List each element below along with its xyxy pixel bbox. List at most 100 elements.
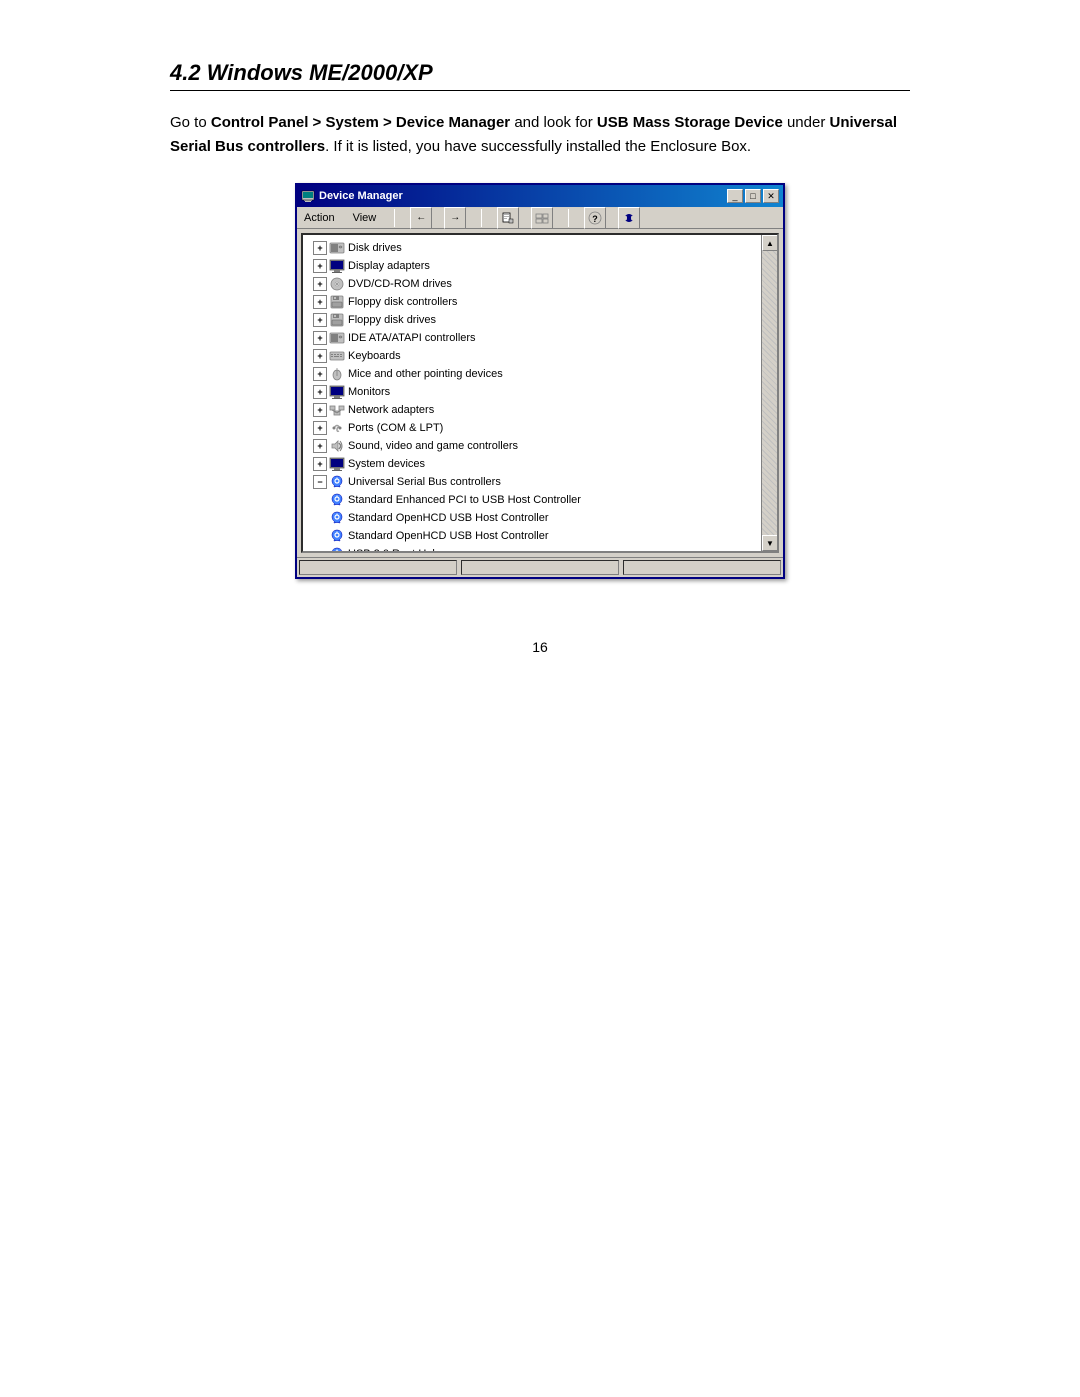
dm-app-icon bbox=[301, 189, 315, 203]
tree-item-usb20-hub[interactable]: USB 2.0 Root Hub bbox=[303, 545, 761, 551]
label-usb-controllers: Universal Serial Bus controllers bbox=[348, 476, 501, 488]
status-panel-2 bbox=[461, 560, 619, 575]
icon-keyboards bbox=[329, 348, 345, 364]
bold-control-panel: Control Panel > System > Device Manager bbox=[211, 114, 510, 131]
tree-item-network[interactable]: + Network adapters bbox=[303, 401, 761, 419]
tree-item-mice[interactable]: + Mice and other pointing devices bbox=[303, 365, 761, 383]
scroll-down-button[interactable]: ▼ bbox=[762, 535, 778, 551]
icon-monitors bbox=[329, 384, 345, 400]
close-button[interactable]: ✕ bbox=[763, 189, 779, 203]
label-mice: Mice and other pointing devices bbox=[348, 368, 503, 380]
label-display: Display adapters bbox=[348, 260, 430, 272]
expander-system[interactable]: + bbox=[313, 457, 327, 471]
expander-floppy-drives[interactable]: + bbox=[313, 313, 327, 327]
expander-ide[interactable]: + bbox=[313, 331, 327, 345]
label-openhcd-1: Standard OpenHCD USB Host Controller bbox=[348, 512, 549, 524]
expander-ports[interactable]: + bbox=[313, 421, 327, 435]
tree-item-dvd[interactable]: + DVD/CD-ROM drives bbox=[303, 275, 761, 293]
titlebar-controls[interactable]: _ □ ✕ bbox=[727, 189, 779, 203]
icon-ide bbox=[329, 330, 345, 346]
toolbar-extra[interactable] bbox=[618, 207, 640, 229]
minimize-button[interactable]: _ bbox=[727, 189, 743, 203]
tree-item-openhcd-1[interactable]: Standard OpenHCD USB Host Controller bbox=[303, 509, 761, 527]
tree-item-display[interactable]: + Display adapters bbox=[303, 257, 761, 275]
expander-dvd[interactable]: + bbox=[313, 277, 327, 291]
icon-mice bbox=[329, 366, 345, 382]
expander-monitors[interactable]: + bbox=[313, 385, 327, 399]
description-paragraph: Go to Control Panel > System > Device Ma… bbox=[170, 111, 910, 159]
toolbar-back[interactable]: ← bbox=[410, 207, 432, 229]
label-dvd: DVD/CD-ROM drives bbox=[348, 278, 452, 290]
toolbar-separator2 bbox=[568, 209, 569, 227]
tree-item-sound[interactable]: + Sound, video and game controllers bbox=[303, 437, 761, 455]
tree-item-system[interactable]: + System devices bbox=[303, 455, 761, 473]
expander-mice[interactable]: + bbox=[313, 367, 327, 381]
label-keyboards: Keyboards bbox=[348, 350, 401, 362]
label-usb20-hub: USB 2.0 Root Hub bbox=[348, 548, 439, 551]
expander-floppy-ctrl[interactable]: + bbox=[313, 295, 327, 309]
scroll-track[interactable] bbox=[762, 251, 777, 535]
device-manager-window: Device Manager _ □ ✕ Action View ← → bbox=[295, 183, 785, 579]
label-sound: Sound, video and game controllers bbox=[348, 440, 518, 452]
page-container: 4.2 Windows ME/2000/XP Go to Control Pan… bbox=[130, 0, 950, 715]
menu-action[interactable]: Action bbox=[301, 211, 338, 225]
tree-item-openhcd-2[interactable]: Standard OpenHCD USB Host Controller bbox=[303, 527, 761, 545]
tree-item-floppy-drives[interactable]: + Floppy disk drives bbox=[303, 311, 761, 329]
menu-view[interactable]: View bbox=[350, 211, 380, 225]
bold-usb-storage: USB Mass Storage Device bbox=[597, 114, 783, 131]
icon-usb-ctrl bbox=[329, 474, 345, 490]
titlebar: Device Manager _ □ ✕ bbox=[297, 185, 783, 207]
toolbar-separator1 bbox=[481, 209, 482, 227]
page-number: 16 bbox=[170, 639, 910, 655]
icon-display bbox=[329, 258, 345, 274]
tree-item-ports[interactable]: + Ports (COM & LPT) bbox=[303, 419, 761, 437]
status-panel-3 bbox=[623, 560, 781, 575]
section-title: 4.2 Windows ME/2000/XP bbox=[170, 60, 910, 91]
toolbar-help[interactable]: ? bbox=[584, 207, 606, 229]
tree-item-ide[interactable]: + IDE ATA/ATAPI controllers bbox=[303, 329, 761, 347]
icon-floppy-drives bbox=[329, 312, 345, 328]
toolbar-forward[interactable]: → bbox=[444, 207, 466, 229]
icon-floppy-ctrl bbox=[329, 294, 345, 310]
menubar: Action View ← → bbox=[297, 207, 783, 229]
tree-item-disk-drives[interactable]: + Disk drives bbox=[303, 239, 761, 257]
scroll-up-button[interactable]: ▲ bbox=[762, 235, 778, 251]
expander-network[interactable]: + bbox=[313, 403, 327, 417]
icon-disk bbox=[329, 240, 345, 256]
icon-network bbox=[329, 402, 345, 418]
menu-separator bbox=[394, 209, 395, 227]
icon-openhcd-2 bbox=[329, 528, 345, 544]
tree-item-keyboards[interactable]: + Keyboards bbox=[303, 347, 761, 365]
statusbar bbox=[297, 557, 783, 577]
expander-usb[interactable]: − bbox=[313, 475, 327, 489]
icon-pci-usb bbox=[329, 492, 345, 508]
label-ports: Ports (COM & LPT) bbox=[348, 422, 443, 434]
icon-dvd bbox=[329, 276, 345, 292]
label-pci-usb: Standard Enhanced PCI to USB Host Contro… bbox=[348, 494, 581, 506]
maximize-button[interactable]: □ bbox=[745, 189, 761, 203]
expander-display[interactable]: + bbox=[313, 259, 327, 273]
expander-disk[interactable]: + bbox=[313, 241, 327, 255]
device-tree[interactable]: + Disk drives + bbox=[303, 235, 761, 551]
label-monitors: Monitors bbox=[348, 386, 390, 398]
label-floppy-ctrl: Floppy disk controllers bbox=[348, 296, 457, 308]
tree-item-pci-usb[interactable]: Standard Enhanced PCI to USB Host Contro… bbox=[303, 491, 761, 509]
scrollbar[interactable]: ▲ ▼ bbox=[761, 235, 777, 551]
expander-keyboards[interactable]: + bbox=[313, 349, 327, 363]
toolbar-view[interactable] bbox=[531, 207, 553, 229]
label-openhcd-2: Standard OpenHCD USB Host Controller bbox=[348, 530, 549, 542]
icon-sound bbox=[329, 438, 345, 454]
tree-item-floppy-ctrl[interactable]: + Floppy disk controllers bbox=[303, 293, 761, 311]
titlebar-text: Device Manager bbox=[319, 190, 403, 202]
label-floppy-drives: Floppy disk drives bbox=[348, 314, 436, 326]
tree-content: + Disk drives + bbox=[301, 233, 779, 553]
icon-openhcd-1 bbox=[329, 510, 345, 526]
label-network: Network adapters bbox=[348, 404, 434, 416]
toolbar-properties[interactable] bbox=[497, 207, 519, 229]
label-ide: IDE ATA/ATAPI controllers bbox=[348, 332, 476, 344]
label-disk-drives: Disk drives bbox=[348, 242, 402, 254]
tree-item-usb-controllers[interactable]: − Universal Serial Bus controllers bbox=[303, 473, 761, 491]
expander-sound[interactable]: + bbox=[313, 439, 327, 453]
icon-system bbox=[329, 456, 345, 472]
tree-item-monitors[interactable]: + Monitors bbox=[303, 383, 761, 401]
